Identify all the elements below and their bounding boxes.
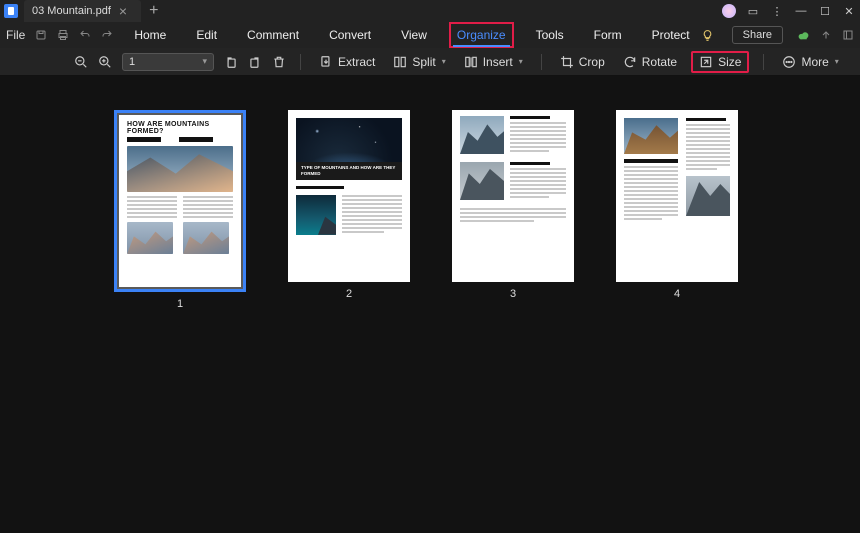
document-tab[interactable]: 03 Mountain.pdf × xyxy=(24,0,141,22)
page-thumbnail-1[interactable]: HOW ARE MOUNTAINS FORMED? 1 xyxy=(114,110,246,310)
menu-comment[interactable]: Comment xyxy=(243,26,303,44)
tips-icon[interactable] xyxy=(701,29,714,42)
close-window-icon[interactable]: ✕ xyxy=(842,5,856,18)
titlebar: 03 Mountain.pdf × + ▭ ⋮ — ☐ ✕ xyxy=(0,0,860,22)
page-value: 1 xyxy=(129,56,135,68)
split-icon xyxy=(393,55,407,69)
undo-icon[interactable] xyxy=(79,29,91,41)
insert-caret-icon: ▾ xyxy=(519,57,523,66)
extract-button[interactable]: Extract xyxy=(315,53,379,71)
main-menu: Home Edit Comment Convert View Organize … xyxy=(127,26,696,44)
page-thumbnail-4[interactable]: 4 xyxy=(616,110,738,310)
split-button[interactable]: Split ▾ xyxy=(389,53,449,71)
expand-icon[interactable] xyxy=(842,29,854,42)
menu-view[interactable]: View xyxy=(397,26,431,44)
maximize-icon[interactable]: ☐ xyxy=(818,5,832,18)
page-number: 3 xyxy=(510,288,516,300)
zoom-out-icon[interactable] xyxy=(74,55,88,69)
new-tab-button[interactable]: + xyxy=(149,2,158,20)
menu-convert[interactable]: Convert xyxy=(325,26,375,44)
delete-icon[interactable] xyxy=(272,55,286,69)
page2-band: TYPE OF MOUNTAINS AND HOW ARE THEY FORME… xyxy=(296,162,402,180)
size-icon xyxy=(699,55,713,69)
page-number: 4 xyxy=(674,288,680,300)
extract-icon xyxy=(319,55,333,69)
file-menu[interactable]: File xyxy=(6,28,25,42)
more-button[interactable]: More ▾ xyxy=(778,53,842,71)
extract-label: Extract xyxy=(338,55,375,69)
menu-tools[interactable]: Tools xyxy=(532,26,568,44)
minimize-icon[interactable]: — xyxy=(794,5,808,17)
kebab-menu-icon[interactable]: ⋮ xyxy=(770,5,784,18)
page-number-input[interactable]: 1 ▾ xyxy=(122,53,214,71)
rotate-label: Rotate xyxy=(642,55,677,69)
more-label: More xyxy=(801,55,828,69)
feedback-icon[interactable]: ▭ xyxy=(746,5,760,18)
size-label: Size xyxy=(718,55,741,69)
save-icon[interactable] xyxy=(35,29,47,41)
rotate-right-icon[interactable] xyxy=(248,55,262,69)
insert-icon xyxy=(464,55,478,69)
rotate-button[interactable]: Rotate xyxy=(619,53,681,71)
rotate-left-icon[interactable] xyxy=(224,55,238,69)
menu-edit[interactable]: Edit xyxy=(192,26,221,44)
zoom-in-icon[interactable] xyxy=(98,55,112,69)
insert-button[interactable]: Insert ▾ xyxy=(460,53,527,71)
crop-icon xyxy=(560,55,574,69)
upload-icon[interactable] xyxy=(820,29,832,42)
page-thumbnail-3[interactable]: 3 xyxy=(452,110,574,310)
close-tab-icon[interactable]: × xyxy=(119,6,127,16)
menu-organize[interactable]: Organize xyxy=(453,26,510,44)
print-icon[interactable] xyxy=(57,29,69,41)
user-avatar[interactable] xyxy=(722,4,736,18)
crop-label: Crop xyxy=(579,55,605,69)
tab-title: 03 Mountain.pdf xyxy=(32,5,111,17)
page-thumbnails: HOW ARE MOUNTAINS FORMED? 1 xyxy=(0,76,860,310)
page-number: 1 xyxy=(177,298,183,310)
organize-toolbar: 1 ▾ Extract Split ▾ Insert ▾ xyxy=(0,48,860,76)
menu-home[interactable]: Home xyxy=(130,26,170,44)
redo-icon[interactable] xyxy=(101,29,113,41)
split-label: Split xyxy=(412,55,435,69)
page1-heading: HOW ARE MOUNTAINS FORMED? xyxy=(119,115,241,137)
insert-label: Insert xyxy=(483,55,513,69)
size-button[interactable]: Size xyxy=(691,51,749,73)
page-dropdown-caret-icon: ▾ xyxy=(202,56,207,67)
more-caret-icon: ▾ xyxy=(835,57,839,66)
page-thumbnail-2[interactable]: TYPE OF MOUNTAINS AND HOW ARE THEY FORME… xyxy=(288,110,410,310)
cloud-icon[interactable] xyxy=(797,29,810,42)
app-icon xyxy=(4,4,18,18)
crop-button[interactable]: Crop xyxy=(556,53,609,71)
rotate-icon xyxy=(623,55,637,69)
more-icon xyxy=(782,55,796,69)
split-caret-icon: ▾ xyxy=(442,57,446,66)
page-number: 2 xyxy=(346,288,352,300)
menu-protect[interactable]: Protect xyxy=(648,26,694,44)
menu-form[interactable]: Form xyxy=(590,26,626,44)
menubar: File Home Edit Comment Convert View Orga… xyxy=(0,22,860,48)
share-button[interactable]: Share xyxy=(732,26,783,44)
